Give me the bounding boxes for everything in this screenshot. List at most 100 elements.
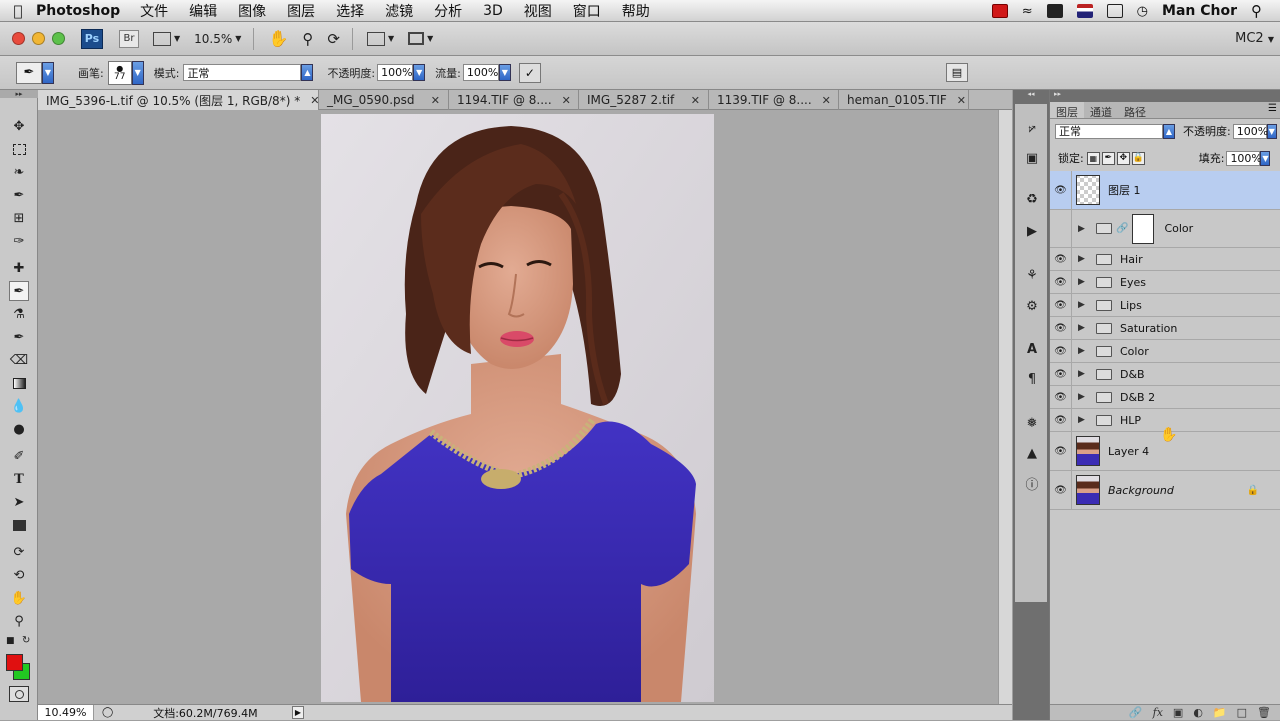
swap-colors-icon[interactable]: ↻ [22,635,30,646]
menu-3d[interactable]: 3D [483,3,503,19]
link-layers-icon[interactable]: 🔗 [1129,706,1143,719]
histogram-icon[interactable]: ▣ [1023,149,1041,167]
visibility-toggle-off[interactable] [1050,210,1072,247]
mask-link-icon[interactable]: 🔗 [1116,223,1128,234]
layer-opacity-input[interactable]: 100% [1232,123,1268,139]
clock-icon[interactable]: ◷ [1137,4,1148,19]
visibility-eye-icon[interactable]: 👁 [1050,432,1072,470]
navigator-icon[interactable]: ⦬ [1023,119,1041,137]
quick-selection-tool-icon[interactable]: ✒ [9,185,29,205]
healing-brush-tool-icon[interactable]: ✚ [9,258,29,278]
zoom-level-dropdown[interactable]: 10.5% ▼ [194,32,241,46]
mode-select[interactable]: 正常 [183,64,302,81]
eraser-tool-icon[interactable]: ⌫ [9,350,29,370]
expand-triangle-icon[interactable]: ▶ [1078,346,1090,356]
opacity-input[interactable]: 100% [377,64,414,81]
screen-mode-button[interactable]: ▼ [408,32,433,45]
apple-menu-icon[interactable]:  [0,2,36,20]
character-panel-icon[interactable]: A [1023,340,1041,358]
zoom-tool-icon[interactable]: ⚲ [302,30,313,48]
lock-all-icon[interactable]: 🔒 [1131,151,1145,165]
expand-triangle-icon[interactable]: ▶ [1078,392,1090,402]
layer-row-lips[interactable]: 👁 ▶ Lips [1050,294,1280,317]
panel-collapse-icon[interactable]: ▸▸ [1050,90,1280,102]
info-icon[interactable]: ⓘ [1023,474,1041,493]
marquee-tool-icon[interactable] [9,139,29,159]
chevron-down-icon[interactable]: ▼ [413,64,426,81]
blur-tool-icon[interactable]: 💧 [9,396,29,416]
launch-bridge-button[interactable]: Br [119,29,139,48]
layer-style-icon[interactable]: fx [1153,706,1163,719]
chevron-down-icon[interactable]: ▲ [301,64,314,81]
battery-icon[interactable] [1106,4,1123,18]
3d-rotate-tool-icon[interactable]: ⟳ [9,542,29,562]
flag-icon[interactable] [1076,4,1093,18]
visibility-eye-icon[interactable]: 👁 [1050,271,1072,293]
actions-icon[interactable]: ▶ [1023,222,1041,240]
app-menu[interactable]: Photoshop [36,3,120,19]
red-status-icon[interactable] [991,4,1008,18]
expand-triangle-icon[interactable]: ▶ [1078,323,1090,333]
status-info-icon[interactable]: ◯ [102,707,113,718]
close-icon[interactable]: ✕ [431,94,440,107]
dodge-tool-icon[interactable]: ● [9,419,29,439]
clone-stamp-tool-icon[interactable]: ⚗ [9,304,29,324]
panel-collapse-icon[interactable]: ▸▸ [0,90,38,98]
vertical-scrollbar[interactable] [998,110,1012,704]
view-extras-button[interactable]: ▼ [153,31,180,46]
brush-picker[interactable]: ● 77 ▼ [107,60,144,85]
visibility-eye-icon[interactable]: 👁 [1050,471,1072,509]
wifi-icon[interactable]: ≈ [1022,4,1033,19]
arrange-documents-button[interactable]: ▼ [366,31,394,46]
default-colors-icon[interactable]: ■ [6,636,15,646]
adjustments-icon[interactable]: ▲ [1023,444,1041,462]
tab-channels[interactable]: 通道 [1084,102,1118,119]
paragraph-panel-icon[interactable]: ¶ [1023,370,1041,388]
path-selection-tool-icon[interactable]: ➤ [9,492,29,512]
status-menu-arrow-icon[interactable]: ▶ [292,706,304,719]
close-icon[interactable]: ✕ [691,94,700,107]
flow-input[interactable]: 100% [462,64,499,81]
close-window-button[interactable] [12,32,25,45]
layer-mask-thumbnail[interactable] [1132,213,1155,244]
fill-input[interactable]: 100% [1226,150,1262,166]
spotlight-search-icon[interactable]: ⚲ [1251,2,1262,20]
visibility-eye-icon[interactable]: 👁 [1050,294,1072,316]
panel-menu-icon[interactable]: ☰ [1268,103,1277,114]
tab-img-5287[interactable]: IMG_5287 2.tif ✕ [579,90,709,110]
brushes-icon[interactable]: ⚘ [1023,266,1041,284]
chevron-down-icon[interactable]: ▼ [1266,123,1277,139]
pen-tool-icon[interactable]: ✐ [9,446,29,466]
menu-layer[interactable]: 图层 [287,1,315,21]
layer-row-color-group-masked[interactable]: ▶ 🔗 Color [1050,210,1280,248]
delete-layer-icon[interactable]: 🗑 [1257,706,1271,719]
layer-row-db-2[interactable]: 👁 ▶ D&B 2 [1050,386,1280,409]
layer-row-db[interactable]: 👁 ▶ D&B [1050,363,1280,386]
chevron-down-icon[interactable]: ▼ [498,64,511,81]
layer-row-saturation[interactable]: 👁 ▶ Saturation [1050,317,1280,340]
minimize-window-button[interactable] [32,32,45,45]
tab-1139[interactable]: 1139.TIF @ 8.... ✕ [709,90,839,110]
expand-triangle-icon[interactable]: ▶ [1078,254,1090,264]
crop-tool-icon[interactable]: ⊞ [9,208,29,228]
adjustment-layer-icon[interactable]: ◐ [1193,706,1203,719]
quick-mask-icon[interactable] [9,686,29,702]
menu-select[interactable]: 选择 [336,1,364,21]
layer-row-background[interactable]: 👁 Background 🔒 [1050,471,1280,510]
add-mask-icon[interactable]: ▣ [1173,706,1183,719]
3d-panel-icon[interactable]: ❅ [1023,414,1041,432]
menu-window[interactable]: 窗口 [573,1,601,21]
shape-tool-icon[interactable] [9,515,29,535]
clone-source-icon[interactable]: ⚙ [1023,297,1041,315]
menu-edit[interactable]: 编辑 [189,1,217,21]
tab-mg-0590[interactable]: _MG_0590.psd ✕ [319,90,449,110]
menu-image[interactable]: 图像 [238,1,266,21]
eyedropper-tool-icon[interactable]: ✑ [9,231,29,251]
tab-paths[interactable]: 路径 [1118,102,1152,119]
visibility-eye-icon[interactable]: 👁 [1050,248,1072,270]
user-name[interactable]: Man Chor [1162,3,1237,19]
airbrush-toggle-icon[interactable]: ✓ [518,62,541,83]
move-tool-icon[interactable]: ✥ [9,116,29,136]
visibility-eye-icon[interactable]: 👁 [1050,171,1072,209]
gradient-tool-icon[interactable] [9,373,29,393]
